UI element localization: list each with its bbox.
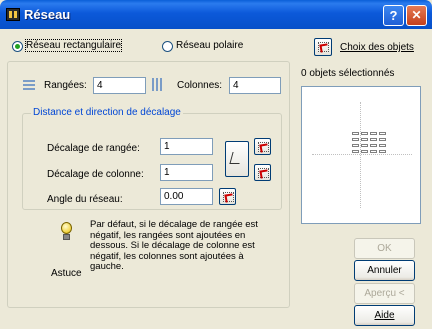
preview-cell — [352, 132, 359, 135]
help-title-button[interactable]: ? — [383, 5, 404, 26]
title-bar[interactable]: Réseau ? ✕ — [0, 0, 432, 29]
polar-array-label[interactable]: Réseau polaire — [176, 40, 243, 51]
rect-array-label[interactable]: Réseau rectangulaire — [24, 39, 123, 52]
row-offset-pick-button[interactable] — [254, 138, 271, 155]
selection-status: 0 objets sélectionnés — [301, 68, 395, 79]
preview-cell — [352, 150, 359, 153]
rows-label: Rangées: — [44, 80, 87, 91]
pick-point-icon — [229, 152, 243, 164]
columns-input[interactable]: 4 — [229, 77, 281, 94]
rect-array-radio[interactable] — [12, 41, 23, 52]
pick-both-offsets-button[interactable] — [225, 141, 249, 177]
preview-cell — [361, 132, 368, 135]
columns-icon — [152, 78, 164, 91]
tip-label: Astuce — [51, 268, 82, 279]
preview-cell — [379, 138, 386, 141]
preview-cell — [361, 144, 368, 147]
angle-pick-button[interactable] — [219, 188, 236, 205]
preview-cell — [379, 132, 386, 135]
col-offset-pick-button[interactable] — [254, 164, 271, 181]
preview-cell — [370, 144, 377, 147]
columns-label: Colonnes: — [177, 80, 223, 91]
tip-text: Par défaut, si le décalage de rangée est… — [90, 219, 258, 272]
angle-input[interactable]: 0.00 — [160, 188, 213, 205]
polar-array-radio[interactable] — [162, 41, 173, 52]
preview-cell — [361, 150, 368, 153]
array-app-icon — [6, 8, 20, 21]
ok-button[interactable]: OK — [354, 238, 415, 259]
col-offset-label: Décalage de colonne: — [47, 169, 144, 180]
preview-cell — [352, 138, 359, 141]
light-bulb-icon — [60, 222, 74, 242]
preview-cell — [370, 138, 377, 141]
rows-icon — [23, 80, 35, 91]
array-preview — [301, 86, 421, 224]
preview-button[interactable]: Aperçu < — [354, 283, 415, 304]
row-offset-input[interactable]: 1 — [160, 138, 213, 155]
preview-cell — [370, 150, 377, 153]
close-button[interactable]: ✕ — [406, 5, 427, 26]
select-objects-button[interactable] — [314, 38, 332, 56]
col-offset-input[interactable]: 1 — [160, 164, 213, 181]
cancel-button[interactable]: Annuler — [354, 260, 415, 281]
rows-input[interactable]: 4 — [93, 77, 146, 94]
window-title: Réseau — [24, 7, 71, 22]
preview-cell — [352, 144, 359, 147]
preview-cell — [379, 144, 386, 147]
offset-group-label: Distance et direction de décalage — [31, 107, 183, 118]
preview-cell — [379, 150, 386, 153]
preview-cell — [370, 132, 377, 135]
angle-label: Angle du réseau: — [47, 194, 123, 205]
select-objects-label[interactable]: Choix des objets — [340, 42, 414, 53]
row-offset-label: Décalage de rangée: — [47, 143, 140, 154]
help-button[interactable]: Aide — [354, 305, 415, 326]
preview-cell — [361, 138, 368, 141]
